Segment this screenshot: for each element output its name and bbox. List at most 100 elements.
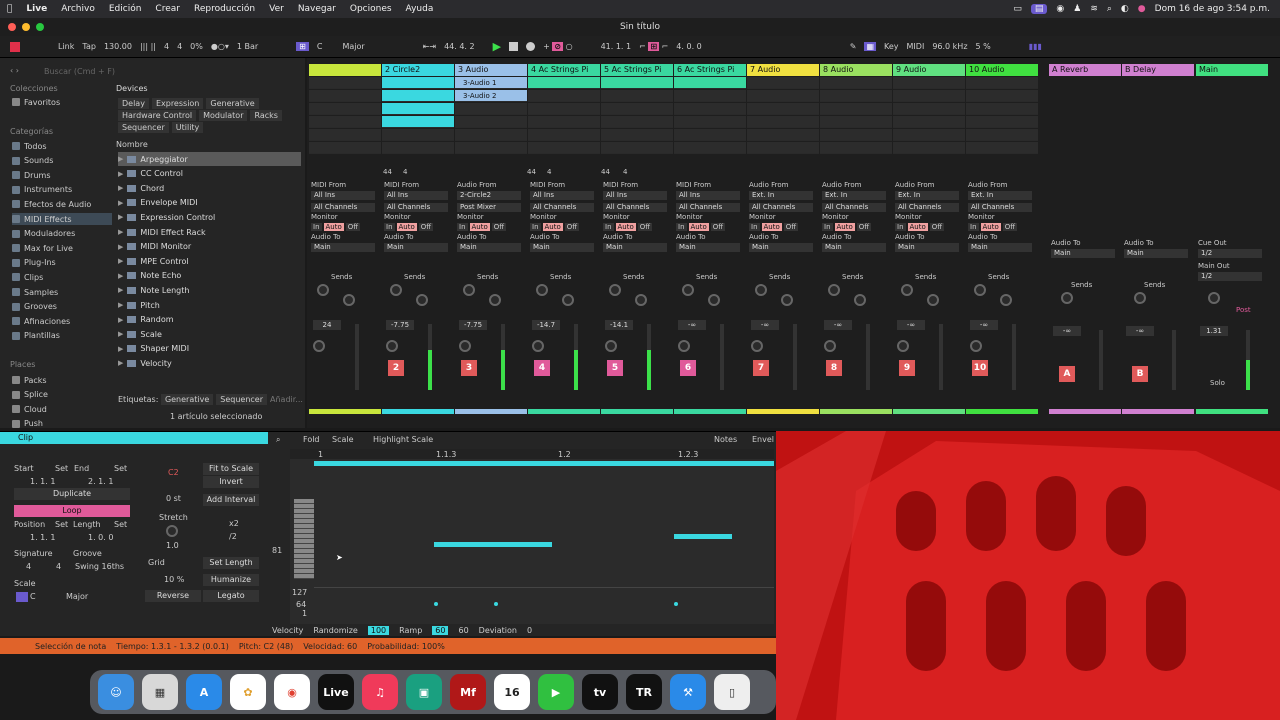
expand-icon[interactable]: ▶ — [118, 213, 123, 221]
overdub-icon[interactable]: + ⊘ ○ — [543, 42, 573, 51]
solo-button[interactable]: Solo — [1210, 379, 1225, 387]
main-out-select[interactable]: 1/2 — [1198, 272, 1262, 281]
clip-slot[interactable] — [893, 103, 965, 115]
clip-scale-key[interactable]: C — [30, 592, 36, 601]
menu-ver[interactable]: Ver — [262, 4, 291, 14]
velocity-marker[interactable] — [674, 602, 678, 606]
send-a-knob[interactable] — [974, 284, 986, 296]
set-length-button[interactable]: Set Length — [203, 557, 259, 569]
input-channel-select[interactable]: Post Mixer — [457, 203, 521, 212]
monitor-in-button[interactable]: In — [457, 223, 468, 231]
pan-knob[interactable] — [751, 340, 763, 352]
zoom-window-button[interactable] — [36, 23, 44, 31]
monitor-off-button[interactable]: Off — [1002, 223, 1018, 231]
menu-ayuda[interactable]: Ayuda — [399, 4, 441, 14]
volume-field[interactable]: -∞ — [678, 320, 706, 330]
expand-icon[interactable]: ▶ — [118, 155, 123, 163]
clip-slot[interactable] — [966, 103, 1038, 115]
send-b-knob[interactable] — [1000, 294, 1012, 306]
length-set-button[interactable]: Set — [114, 520, 127, 529]
monitor-off-button[interactable]: Off — [783, 223, 799, 231]
end-set-button[interactable]: Set — [114, 464, 127, 473]
return-letter-button[interactable]: B — [1132, 366, 1148, 382]
clip-slot[interactable] — [820, 142, 892, 154]
expand-icon[interactable]: ▶ — [118, 345, 123, 353]
siri-icon[interactable]: ● — [1138, 4, 1146, 14]
dock-chrome[interactable]: ◉ — [274, 674, 310, 710]
dock-app-store[interactable]: A — [186, 674, 222, 710]
view-layout-icon[interactable]: ▮▮▮ — [1029, 42, 1042, 51]
keymap-icon[interactable]: ▦ — [864, 42, 877, 51]
monitor-off-button[interactable]: Off — [637, 223, 653, 231]
monitor-off-button[interactable]: Off — [929, 223, 945, 231]
fit-to-scale-button[interactable]: Fit to Scale — [203, 463, 259, 475]
output-select[interactable]: 1/2 — [1198, 249, 1262, 258]
send-b-knob[interactable] — [781, 294, 793, 306]
clip-slot[interactable] — [382, 103, 454, 115]
clip-slot[interactable] — [382, 129, 454, 141]
dock-calendar[interactable]: 16 — [494, 674, 530, 710]
nombre-header[interactable]: Nombre — [116, 140, 148, 149]
dock-xcode[interactable]: ⚒ — [670, 674, 706, 710]
volume-field[interactable]: -14.1 — [605, 320, 633, 330]
clip-slot[interactable] — [455, 142, 527, 154]
start-value[interactable]: 1. 1. 1 — [30, 477, 55, 486]
volume-field[interactable]: -∞ — [751, 320, 779, 330]
send-knob[interactable] — [1061, 292, 1073, 304]
x2-button[interactable]: x2 — [229, 519, 239, 528]
monitor-in-button[interactable]: In — [676, 223, 687, 231]
clip-scale-icon[interactable] — [16, 592, 28, 602]
device-item-cc-control[interactable]: ▶ CC Control — [118, 167, 301, 181]
volume-field[interactable]: -∞ — [897, 320, 925, 330]
stretch-knob[interactable] — [166, 525, 178, 537]
clip-slot[interactable] — [674, 142, 746, 154]
tag-modulator[interactable]: Modulator — [199, 110, 248, 121]
place-item-cloud[interactable]: Cloud — [12, 403, 47, 415]
volume-field[interactable]: -7.75 — [386, 320, 414, 330]
clip-slot[interactable] — [820, 129, 892, 141]
humanize-amount[interactable]: 10 % — [164, 575, 184, 584]
menu-live[interactable]: Live — [19, 4, 54, 14]
volume-field[interactable]: -∞ — [970, 320, 998, 330]
clip-slot[interactable] — [820, 103, 892, 115]
transpose-st[interactable]: 0 st — [166, 494, 181, 503]
clip-slot[interactable] — [382, 90, 454, 102]
device-item-scale[interactable]: ▶ Scale — [118, 327, 301, 341]
monitor-off-button[interactable]: Off — [564, 223, 580, 231]
volume-field[interactable]: 24 — [313, 320, 341, 330]
monitor-off-button[interactable]: Off — [418, 223, 434, 231]
monitor-auto-button[interactable]: Auto — [907, 223, 928, 231]
clip-slot[interactable] — [966, 116, 1038, 128]
send-b-knob[interactable] — [635, 294, 647, 306]
input-channel-select[interactable]: All Channels — [676, 203, 740, 212]
monitor-in-button[interactable]: In — [749, 223, 760, 231]
clip-slot[interactable] — [820, 90, 892, 102]
pan-knob[interactable] — [459, 340, 471, 352]
clip-slot[interactable] — [893, 142, 965, 154]
sidebar-item-drums[interactable]: Drums — [12, 169, 50, 181]
monitor-auto-button[interactable]: Auto — [834, 223, 855, 231]
sidebar-item-sounds[interactable]: Sounds — [12, 155, 53, 167]
volume-field[interactable]: -∞ — [1053, 326, 1081, 336]
highlight-scale-button[interactable]: Highlight Scale — [373, 435, 433, 444]
send-a-knob[interactable] — [317, 284, 329, 296]
monitor-in-button[interactable]: In — [603, 223, 614, 231]
track-number-button[interactable]: 7 — [753, 360, 769, 376]
device-item-arpeggiator[interactable]: ▶ Arpeggiator — [118, 152, 301, 166]
clip-slot[interactable] — [309, 142, 381, 154]
volume-field[interactable]: 1.31 — [1200, 326, 1228, 336]
clip-slot[interactable] — [382, 116, 454, 128]
pan-knob[interactable] — [678, 340, 690, 352]
output-select[interactable]: Main — [384, 243, 448, 252]
volume-field[interactable]: -7.75 — [459, 320, 487, 330]
return-letter-button[interactable]: A — [1059, 366, 1075, 382]
menu-crear[interactable]: Crear — [148, 4, 187, 14]
sidebar-item-moduladores[interactable]: Moduladores — [12, 228, 75, 240]
link-button[interactable]: Link — [58, 42, 74, 51]
send-b-knob[interactable] — [416, 294, 428, 306]
nudge-percent[interactable]: 0% — [190, 42, 203, 51]
clip-slot[interactable] — [528, 103, 600, 115]
scale-select[interactable]: Major — [342, 42, 364, 51]
record-button[interactable] — [526, 42, 536, 51]
tag-racks[interactable]: Racks — [250, 110, 282, 121]
